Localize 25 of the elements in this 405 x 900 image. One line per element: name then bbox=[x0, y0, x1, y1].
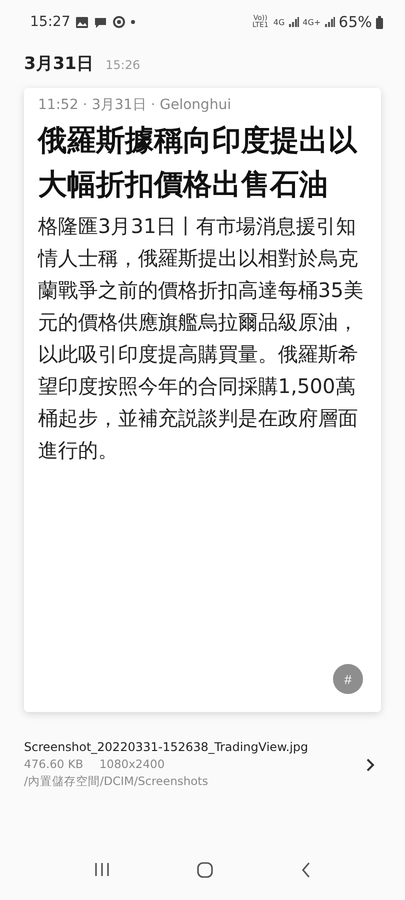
dot-icon bbox=[131, 20, 136, 24]
network-label: 4G bbox=[273, 18, 285, 26]
article-body: 格隆匯3月31日丨有市場消息援引知情人士稱，俄羅斯提出以相對於烏克蘭戰爭之前的價格折扣高達每桶35美元的價格供應旗艦烏拉爾品級原油，以此吸引印度提高購買量。俄羅斯希望印度按照今年的合同採購1,500萬桶起步，並補充説談判是在政府層面進行的。 bbox=[38, 213, 364, 464]
signal-icon bbox=[324, 17, 335, 27]
date-heading: 3月31日 bbox=[24, 53, 94, 75]
clock: 15:27 bbox=[30, 14, 70, 30]
circle-icon bbox=[113, 16, 126, 28]
file-resolution: 1080x2400 bbox=[99, 757, 165, 771]
image-icon bbox=[76, 16, 88, 28]
article-meta: 11:52 · 3月31日 · Gelonghui bbox=[38, 96, 232, 114]
recent-apps-icon[interactable] bbox=[94, 862, 110, 877]
battery-icon bbox=[376, 16, 383, 28]
battery-percent: 65% bbox=[338, 13, 372, 31]
article-title: 俄羅斯據稱向印度提出以大幅折扣價格出售石油 bbox=[38, 122, 358, 203]
network-label: 4G+ bbox=[302, 18, 321, 26]
signal-icon bbox=[288, 17, 299, 27]
file-path: /內置儲存空間/DCIM/Screenshots bbox=[24, 774, 210, 789]
time-label: 15:26 bbox=[106, 58, 140, 72]
file-size: 476.60 KB bbox=[24, 757, 84, 771]
home-icon[interactable] bbox=[197, 862, 214, 878]
chat-bubble-icon bbox=[94, 16, 108, 28]
chevron-right-icon[interactable] bbox=[366, 758, 375, 772]
back-icon[interactable] bbox=[301, 862, 312, 878]
tag-button[interactable]: # bbox=[333, 664, 363, 694]
file-name: Screenshot_20220331-152638_TradingView.jpg bbox=[24, 740, 310, 754]
